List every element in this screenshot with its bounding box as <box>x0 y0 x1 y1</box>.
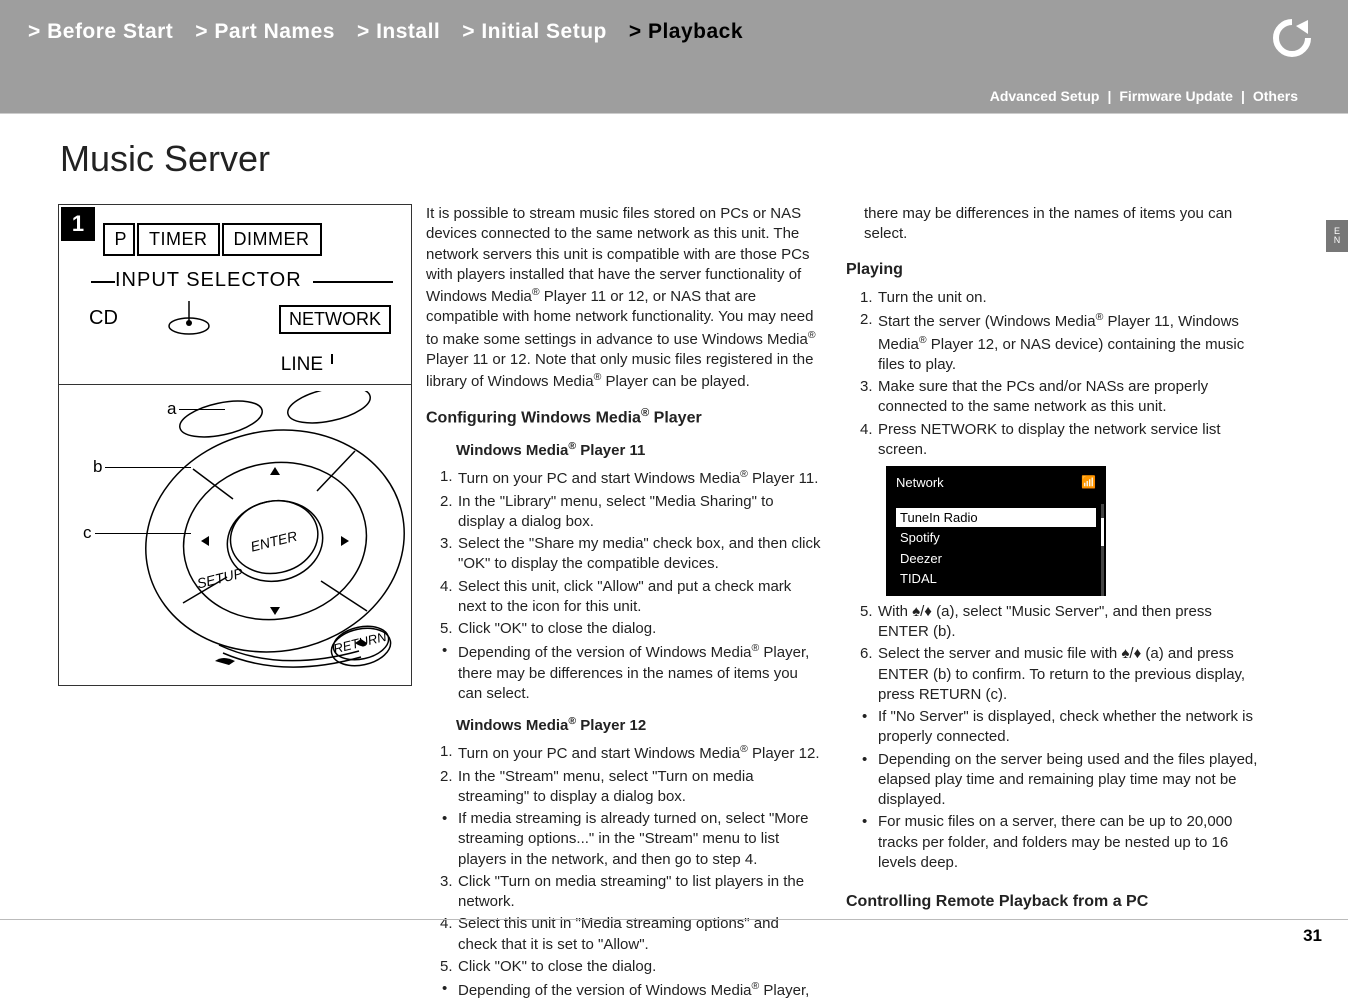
page-title: Music Server <box>0 114 1348 180</box>
crumb-before-start[interactable]: > Before Start <box>28 20 173 44</box>
label-c: c <box>83 523 92 543</box>
heading-wmp11: Windows Media® Player 11 <box>426 439 822 461</box>
svg-text:SETUP: SETUP <box>195 565 245 592</box>
heading-playing: Playing <box>846 259 1266 281</box>
remote-control-icon: ENTER SETUP RETURN <box>115 391 405 681</box>
screen-item-tunein: TuneIn Radio <box>896 508 1096 528</box>
screen-item-deezer: Deezer <box>896 549 1096 569</box>
page-number: 31 <box>1303 926 1322 946</box>
separator: | <box>1107 88 1111 104</box>
heading-wmp12: Windows Media® Player 12 <box>426 714 822 736</box>
crumb-initial-setup[interactable]: > Initial Setup <box>462 20 607 44</box>
link-advanced-setup[interactable]: Advanced Setup <box>990 88 1100 104</box>
continuation-text: there may be differences in the names of… <box>846 204 1266 245</box>
screen-title: Network <box>896 474 1096 492</box>
device-button-partial: P <box>103 223 135 256</box>
playing-steps: 1.Turn the unit on. 2.Start the server (… <box>846 288 1266 460</box>
link-firmware-update[interactable]: Firmware Update <box>1119 88 1233 104</box>
intro-paragraph: It is possible to stream music files sto… <box>426 204 822 392</box>
breadcrumb: > Before Start > Part Names > Install > … <box>0 0 1348 44</box>
screen-item-spotify: Spotify <box>896 528 1096 548</box>
wifi-icon: 📶 <box>1081 474 1096 490</box>
wmp11-steps: 1.Turn on your PC and start Windows Medi… <box>426 467 822 704</box>
crumb-part-names[interactable]: > Part Names <box>195 20 335 44</box>
device-diagram: 1 P TIMER DIMMER INPUT SELECTOR CD NETWO… <box>58 204 412 686</box>
callout-badge-1: 1 <box>61 207 95 241</box>
network-screen-mockup: Network 📶 TuneIn Radio Spotify Deezer TI… <box>886 466 1106 596</box>
heading-configuring: Configuring Windows Media® Player <box>426 406 822 429</box>
label-b: b <box>93 457 102 477</box>
svg-text:ENTER: ENTER <box>249 528 299 555</box>
language-tab[interactable]: EN <box>1326 220 1348 252</box>
playing-steps-2: 5.With ♠/♦ (a), select "Music Server", a… <box>846 602 1266 873</box>
line-label: LINE <box>281 354 323 376</box>
top-header: > Before Start > Part Names > Install > … <box>0 0 1348 78</box>
screen-item-tidal: TIDAL <box>896 569 1096 589</box>
heading-remote-playback: Controlling Remote Playback from a PC <box>846 891 1266 913</box>
back-icon[interactable] <box>1266 12 1318 69</box>
separator: | <box>1241 88 1245 104</box>
cd-label: CD <box>89 307 118 330</box>
crumb-install[interactable]: > Install <box>357 20 440 44</box>
device-button-dimmer: DIMMER <box>222 223 322 256</box>
device-button-timer: TIMER <box>137 223 220 256</box>
sub-nav: Advanced Setup | Firmware Update | Other… <box>0 78 1348 114</box>
input-selector-label: INPUT SELECTOR <box>115 269 302 292</box>
crumb-playback[interactable]: > Playback <box>629 20 743 44</box>
link-others[interactable]: Others <box>1253 88 1298 104</box>
network-button: NETWORK <box>279 305 391 334</box>
wmp12-steps: 1.Turn on your PC and start Windows Medi… <box>426 742 822 1001</box>
